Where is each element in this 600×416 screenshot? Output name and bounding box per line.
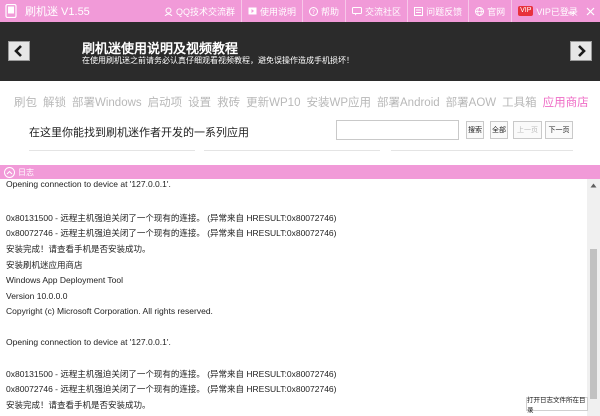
nav-item-deploy-aow[interactable]: 部署AOW [446, 94, 496, 110]
log-line: Version 10.0.0.0 [6, 291, 68, 301]
nav-item-update-wp10[interactable]: 更新WP10 [246, 94, 300, 110]
search-input[interactable] [336, 120, 459, 140]
nav-item-toolbox[interactable]: 工具箱 [502, 94, 537, 110]
app-logo-icon [3, 3, 19, 19]
website-label: 官网 [487, 6, 506, 17]
nav-item-rescue[interactable]: 救砖 [217, 94, 240, 110]
prev-page-button[interactable]: 上一页 [513, 121, 542, 139]
banner-next-button[interactable] [570, 41, 592, 61]
usage-guide-label: 使用说明 [260, 6, 297, 17]
qq-group-link[interactable]: QQ技术交流群 [158, 0, 241, 22]
minimize-button[interactable] [562, 0, 581, 22]
next-page-button[interactable]: 下一页 [545, 121, 573, 139]
usage-guide-link[interactable]: 使用说明 [241, 0, 302, 22]
video-icon [248, 7, 257, 15]
svg-text:?: ? [312, 9, 315, 16]
website-link[interactable]: 官网 [468, 0, 511, 22]
main-nav: 刷包 解锁 部署Windows 启动项 设置 救砖 更新WP10 安装WP应用 … [14, 94, 595, 110]
scroll-up-button[interactable] [587, 179, 600, 191]
community-label: 交流社区 [365, 6, 402, 17]
search-button[interactable]: 搜索 [466, 121, 484, 139]
chevron-right-icon [578, 45, 586, 57]
log-scrollbar[interactable] [587, 179, 600, 416]
collapse-icon[interactable] [4, 166, 15, 178]
log-line: 安装完成！请查看手机是否安装成功。 [6, 244, 151, 254]
nav-item-boot[interactable]: 启动项 [148, 94, 183, 110]
log-output[interactable]: Opening connection to device at '127.0.0… [0, 179, 600, 416]
globe-icon [475, 6, 485, 16]
qq-group-label: QQ技术交流群 [176, 6, 236, 17]
help-label: 帮助 [321, 6, 340, 17]
log-line: 安装完成！请查看手机是否安装成功。 [6, 400, 151, 410]
help-icon: ? [309, 6, 319, 16]
log-line: 0x80131500 - 远程主机强迫关闭了一个现有的连接。 (异常来自 HRE… [6, 369, 337, 379]
feedback-icon [414, 6, 424, 16]
divider [391, 150, 573, 151]
log-title: 日志 [18, 167, 34, 177]
log-line: 0x80131500 - 远程主机强迫关闭了一个现有的连接。 (异常来自 HRE… [6, 213, 337, 223]
feedback-link[interactable]: 问题反馈 [407, 0, 468, 22]
log-line: Copyright (c) Microsoft Corporation. All… [6, 306, 213, 316]
title-bar: 刷机迷 V1.55 QQ技术交流群 使用说明 ? 帮助 交流社区 问题反馈 官网… [0, 0, 600, 22]
scroll-thumb[interactable] [590, 249, 597, 399]
log-line: Opening connection to device at '127.0.0… [6, 179, 171, 189]
all-button[interactable]: 全部 [490, 121, 508, 139]
nav-item-deploy-windows[interactable]: 部署Windows [72, 94, 142, 110]
close-button[interactable] [581, 0, 600, 22]
community-icon [352, 6, 363, 15]
open-log-folder-button[interactable]: 打开日志文件所在目录 [526, 397, 588, 414]
log-line: Opening connection to device at '127.0.0… [6, 337, 171, 347]
chevron-up-icon [590, 183, 597, 187]
nav-item-install-wp-app[interactable]: 安装WP应用 [306, 94, 371, 110]
nav-item-app-store[interactable]: 应用商店 [543, 94, 589, 110]
minimize-icon [568, 11, 575, 14]
chevron-left-icon [14, 45, 22, 57]
nav-item-deploy-android[interactable]: 部署Android [377, 94, 440, 110]
banner-subtitle: 在使用刷机迷之前请务必认真仔细观看视频教程，避免误操作造成手机损坏！ [82, 56, 354, 65]
banner: 刷机迷使用说明及视频教程 在使用刷机迷之前请务必认真仔细观看视频教程，避免误操作… [0, 22, 600, 81]
qq-group-icon [164, 7, 173, 16]
feedback-label: 问题反馈 [426, 6, 463, 17]
log-header[interactable]: 日志 [0, 165, 600, 179]
store-heading: 在这里你能找到刷机迷作者开发的一系列应用 [29, 127, 249, 139]
vip-icon: VIP [518, 6, 534, 16]
divider [29, 150, 195, 151]
log-line: 安装刷机迷应用商店 [6, 260, 83, 270]
log-line: 0x80072746 - 远程主机强迫关闭了一个现有的连接。 (异常来自 HRE… [6, 228, 337, 238]
nav-item-settings[interactable]: 设置 [188, 94, 211, 110]
nav-item-unlock[interactable]: 解锁 [43, 94, 66, 110]
community-link[interactable]: 交流社区 [345, 0, 407, 22]
log-line: 0x80072746 - 远程主机强迫关闭了一个现有的连接。 (异常来自 HRE… [6, 384, 337, 394]
log-line: Windows App Deployment Tool [6, 275, 124, 285]
app-title: 刷机迷 V1.55 [25, 6, 90, 18]
banner-prev-button[interactable] [8, 41, 30, 61]
divider [204, 150, 380, 151]
help-link[interactable]: ? 帮助 [302, 0, 345, 22]
close-icon [586, 7, 595, 15]
nav-item-flash[interactable]: 刷包 [14, 94, 37, 110]
